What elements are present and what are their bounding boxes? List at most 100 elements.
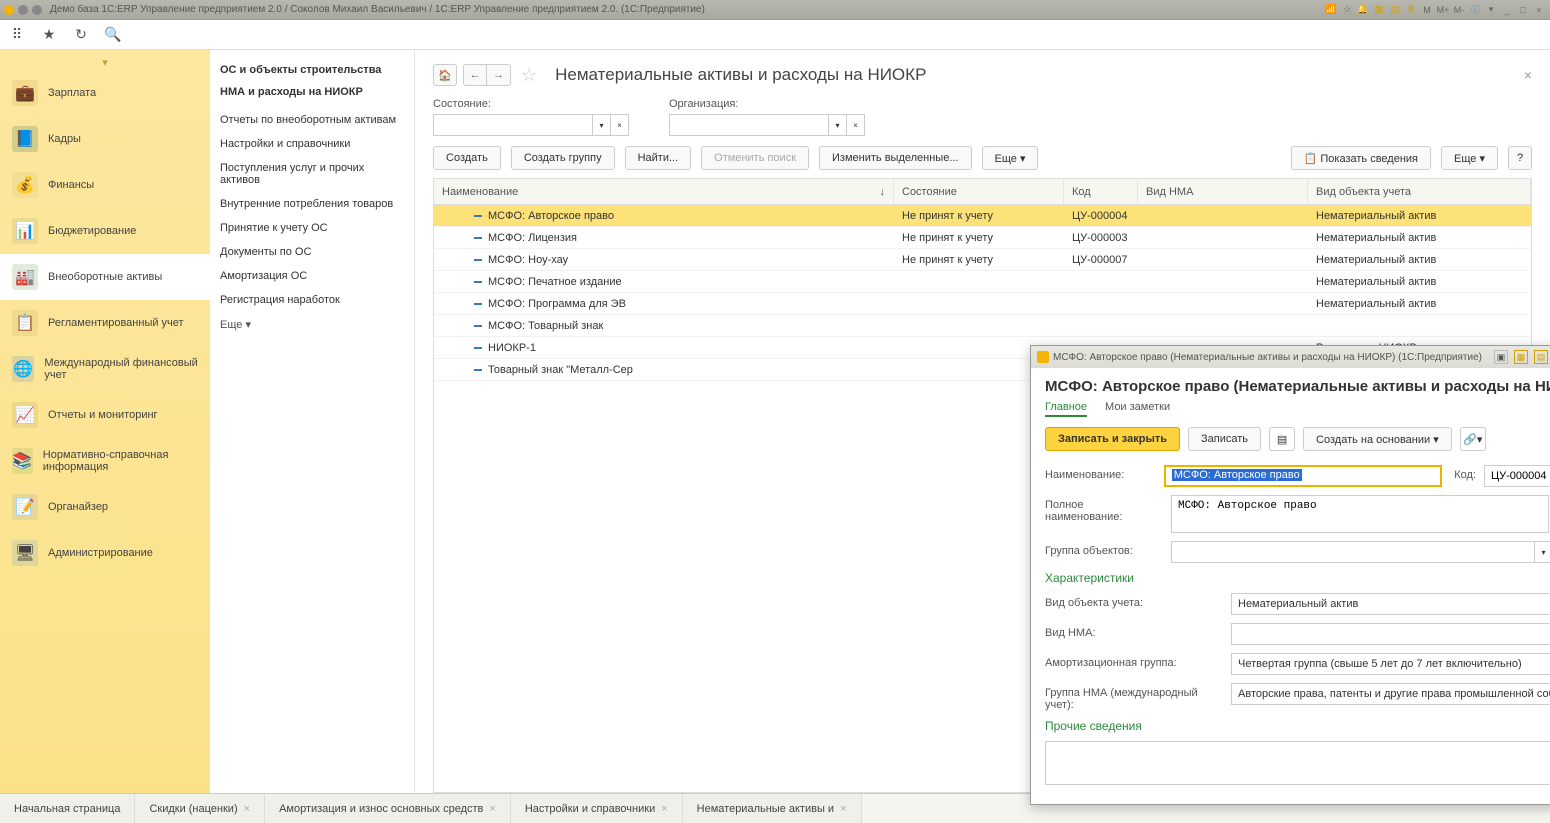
table-row[interactable]: МСФО: Ноу-хауНе принят к учетуЦУ-000007Н… [434, 249, 1531, 271]
favorite-icon[interactable]: ☆ [521, 65, 537, 86]
status-dd[interactable]: ▾ [593, 114, 611, 136]
tb-icon-3[interactable]: 🔔 [1356, 3, 1370, 17]
find-button[interactable]: Найти... [625, 146, 692, 170]
tab-close-icon[interactable]: × [840, 803, 846, 815]
tb-icon-4[interactable]: ▦ [1372, 3, 1386, 17]
sidebar-item-10[interactable]: 🖥Администрирование [0, 530, 210, 576]
close-button[interactable]: × [1532, 3, 1546, 17]
fwd-icon[interactable] [32, 5, 42, 15]
nmatype-input[interactable] [1231, 623, 1550, 645]
bottom-tab-4[interactable]: Нематериальные активы и× [683, 794, 862, 823]
panel-link-7[interactable]: Регистрация наработок [220, 288, 404, 312]
sidebar-item-2[interactable]: 💰Финансы [0, 162, 210, 208]
bottom-tab-2[interactable]: Амортизация и износ основных средств× [265, 794, 511, 823]
save-close-button[interactable]: Записать и закрыть [1045, 427, 1180, 451]
tab-close-icon[interactable]: × [244, 803, 250, 815]
intl-input[interactable]: Авторские права, патенты и другие права … [1231, 683, 1550, 705]
code-input[interactable] [1484, 465, 1550, 487]
sidebar-item-4[interactable]: 🏭Внеоборотные активы [0, 254, 210, 300]
panel-link-2[interactable]: Поступления услуг и прочих активов [220, 156, 404, 192]
org-filter-input[interactable] [669, 114, 829, 136]
org-dd[interactable]: ▾ [829, 114, 847, 136]
tb-icon-6[interactable]: 🖩 [1404, 3, 1418, 17]
sidebar-item-6[interactable]: 🌐Международный финансовый учет [0, 346, 210, 392]
section-header-2[interactable]: НМА и расходы на НИОКР [220, 86, 404, 98]
status-filter-input[interactable] [433, 114, 593, 136]
create-button[interactable]: Создать [433, 146, 501, 170]
apps-icon[interactable]: ⠿ [8, 26, 26, 44]
m-plus-button[interactable]: M+ [1436, 3, 1450, 17]
m-minus-button[interactable]: M- [1452, 3, 1466, 17]
objtype-input[interactable]: Нематериальный актив [1231, 593, 1550, 615]
col-type[interactable]: Вид НМА [1138, 179, 1308, 204]
col-code[interactable]: Код [1064, 179, 1138, 204]
table-row[interactable]: МСФО: Печатное изданиеНематериальный акт… [434, 271, 1531, 293]
bottom-tab-0[interactable]: Начальная страница [0, 794, 135, 823]
fullname-input[interactable]: МСФО: Авторское право [1171, 495, 1549, 533]
sort-icon[interactable]: ↓ [880, 186, 886, 198]
help-icon[interactable]: ⓘ [1468, 3, 1482, 17]
minimize-button[interactable]: _ [1500, 3, 1514, 17]
panel-link-6[interactable]: Амортизация ОС [220, 264, 404, 288]
panel-link-1[interactable]: Настройки и справочники [220, 132, 404, 156]
show-details-button[interactable]: 📋 Показать сведения [1291, 146, 1431, 170]
tab-notes[interactable]: Мои заметки [1105, 401, 1170, 417]
forward-button[interactable]: → [487, 64, 511, 86]
col-name[interactable]: Наименование [442, 186, 518, 198]
save-button[interactable]: Записать [1188, 427, 1261, 451]
section-header-1[interactable]: ОС и объекты строительства [220, 64, 404, 76]
col-status[interactable]: Состояние [894, 179, 1064, 204]
tab-close-icon[interactable]: × [661, 803, 667, 815]
sidebar-item-1[interactable]: 📘Кадры [0, 116, 210, 162]
help-button[interactable]: ? [1508, 146, 1532, 170]
name-input[interactable]: МСФО: Авторское право [1164, 465, 1442, 487]
basis-button[interactable]: Создать на основании ▾ [1303, 427, 1452, 451]
table-row[interactable]: МСФО: Товарный знак [434, 315, 1531, 337]
amort-input[interactable]: Четвертая группа (свыше 5 лет до 7 лет в… [1231, 653, 1550, 675]
table-row[interactable]: МСФО: ЛицензияНе принят к учетуЦУ-000003… [434, 227, 1531, 249]
maximize-button[interactable]: □ [1516, 3, 1530, 17]
sidebar-item-7[interactable]: 📈Отчеты и мониторинг [0, 392, 210, 438]
group-input[interactable] [1171, 541, 1535, 563]
sidebar-item-5[interactable]: 📋Регламентированный учет [0, 300, 210, 346]
panel-link-0[interactable]: Отчеты по внеоборотным активам [220, 108, 404, 132]
back-button[interactable]: ← [463, 64, 487, 86]
sidebar-item-8[interactable]: 📚Нормативно-справочная информация [0, 438, 210, 484]
table-row[interactable]: МСФО: Авторское правоНе принят к учетуЦУ… [434, 205, 1531, 227]
org-clear[interactable]: × [847, 114, 865, 136]
panel-link-4[interactable]: Принятие к учету ОС [220, 216, 404, 240]
create-group-button[interactable]: Создать группу [511, 146, 615, 170]
home-button[interactable]: 🏠 [433, 64, 457, 86]
tab-close-icon[interactable]: × [489, 803, 495, 815]
bottom-tab-1[interactable]: Скидки (наценки)× [135, 794, 265, 823]
tab-main[interactable]: Главное [1045, 401, 1087, 417]
status-clear[interactable]: × [611, 114, 629, 136]
table-row[interactable]: МСФО: Программа для ЭВНематериальный акт… [434, 293, 1531, 315]
more-button[interactable]: Еще ▾ [982, 146, 1039, 170]
tb-icon-1[interactable]: 📶 [1324, 3, 1338, 17]
bottom-tab-3[interactable]: Настройки и справочники× [511, 794, 683, 823]
sidebar-item-0[interactable]: 💼Зарплата [0, 70, 210, 116]
collapse-icon[interactable]: ▾ [102, 56, 108, 70]
dropdown-icon[interactable]: ▾ [1484, 3, 1498, 17]
other-info-input[interactable] [1045, 741, 1550, 785]
more2-button[interactable]: Еще ▾ [1441, 146, 1498, 170]
attach-button[interactable]: ▤ [1269, 427, 1295, 451]
dlg-btn-3[interactable]: ▤ [1534, 350, 1548, 364]
search-icon[interactable]: 🔍 [104, 26, 122, 44]
tb-icon-5[interactable]: ▤ [1388, 3, 1402, 17]
star-icon[interactable]: ★ [40, 26, 58, 44]
dlg-btn-2[interactable]: ▦ [1514, 350, 1528, 364]
more-link[interactable]: Еще ▾ [220, 312, 404, 337]
m-button[interactable]: M [1420, 3, 1434, 17]
panel-link-5[interactable]: Документы по ОС [220, 240, 404, 264]
back-icon[interactable] [18, 5, 28, 15]
sidebar-item-9[interactable]: 📝Органайзер [0, 484, 210, 530]
close-page-button[interactable]: × [1524, 67, 1532, 83]
sidebar-item-3[interactable]: 📊Бюджетирование [0, 208, 210, 254]
change-selected-button[interactable]: Изменить выделенные... [819, 146, 971, 170]
tb-icon-2[interactable]: ☆ [1340, 3, 1354, 17]
dlg-btn-1[interactable]: ▣ [1494, 350, 1508, 364]
cancel-find-button[interactable]: Отменить поиск [701, 146, 809, 170]
panel-link-3[interactable]: Внутренние потребления товаров [220, 192, 404, 216]
